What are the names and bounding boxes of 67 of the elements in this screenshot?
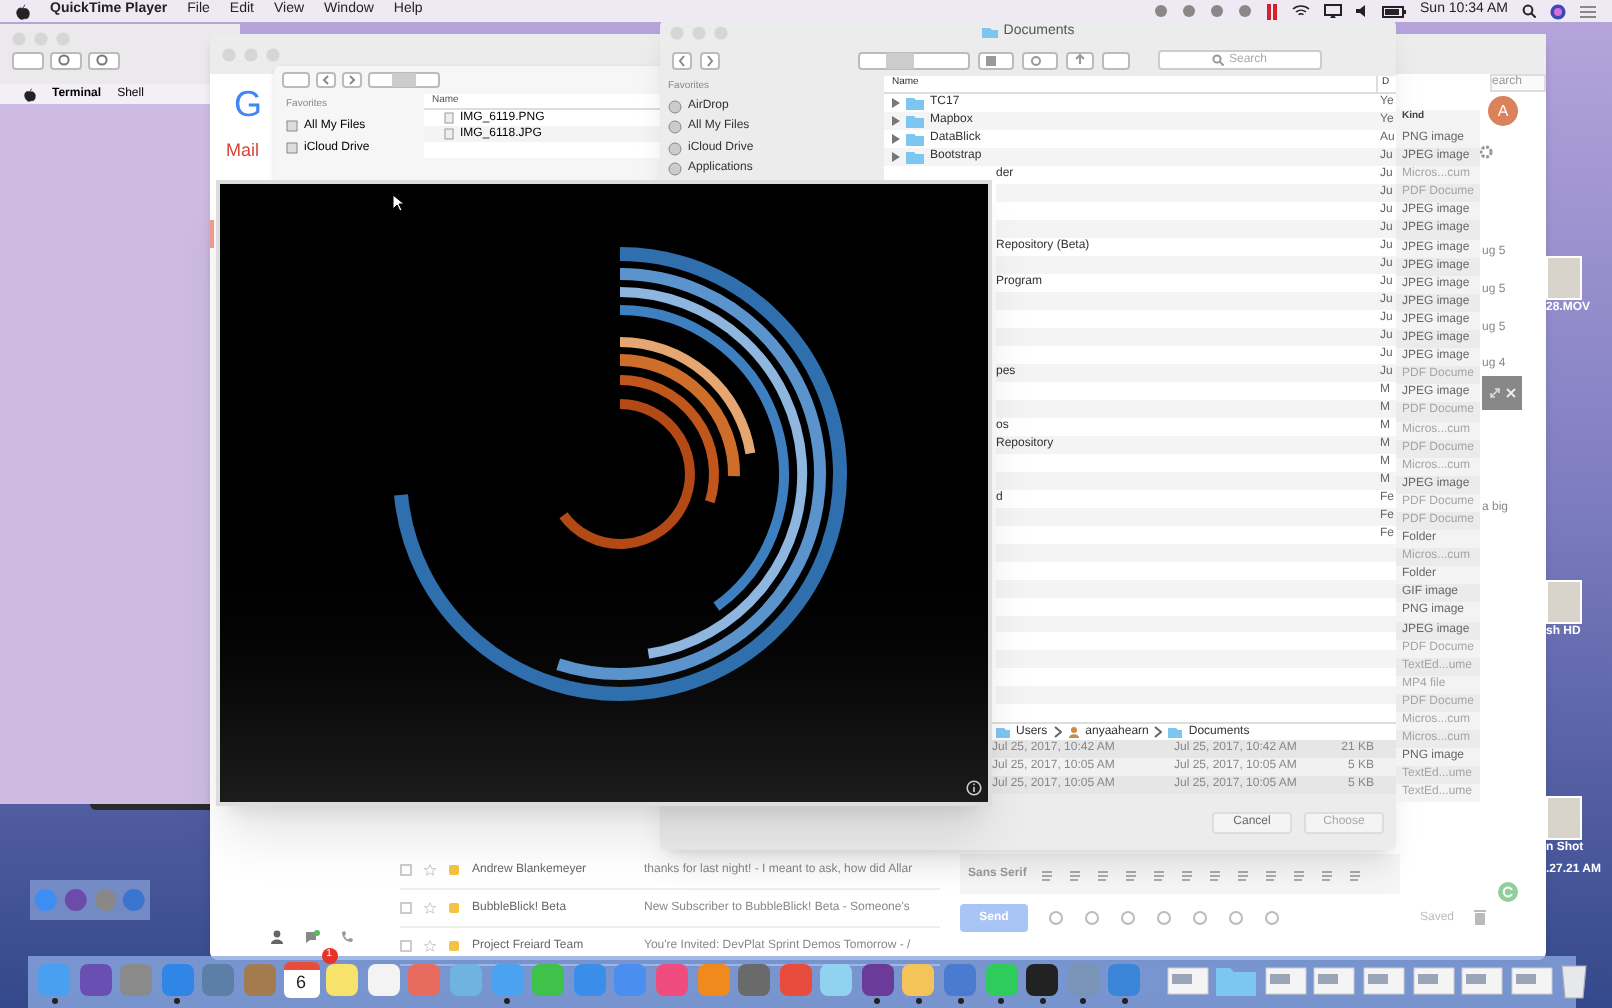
info-icon[interactable] (966, 780, 982, 796)
wifi-icon[interactable] (1292, 4, 1311, 18)
list-icon[interactable] (1580, 5, 1596, 17)
running-indicator (1039, 997, 1046, 1003)
running-indicator (174, 997, 181, 1003)
app-icon[interactable] (324, 961, 361, 997)
chevron-icon (1154, 726, 1163, 739)
document-thumbnail-icon[interactable] (1460, 961, 1505, 997)
chat-icon[interactable] (304, 930, 320, 944)
label-icon (448, 864, 460, 876)
forward-icon[interactable] (342, 72, 362, 88)
checkbox[interactable] (400, 864, 412, 876)
running-indicator (915, 997, 922, 1003)
running-indicator (998, 997, 1005, 1003)
document-thumbnail-icon[interactable] (1263, 961, 1308, 997)
phone-icon[interactable] (340, 930, 354, 944)
battery-icon[interactable] (1382, 5, 1407, 17)
expand-icon[interactable] (1489, 388, 1499, 398)
person-icon[interactable] (270, 930, 284, 944)
running-indicator (51, 997, 57, 1003)
label-icon (448, 940, 460, 952)
running-indicator (1080, 997, 1087, 1003)
user-icon (1067, 726, 1080, 739)
search-icon (1212, 54, 1225, 66)
running-indicator (874, 997, 881, 1003)
star-icon[interactable] (424, 940, 436, 952)
sidebar-toggle-icon[interactable] (12, 52, 44, 70)
back-icon[interactable] (316, 72, 336, 88)
close-icon[interactable] (1505, 388, 1515, 398)
folder-icon (981, 26, 998, 38)
document-thumbnail-icon[interactable] (1362, 961, 1406, 997)
running-indicator (1121, 997, 1128, 1003)
volume-icon[interactable] (1356, 4, 1369, 18)
checkbox[interactable] (400, 940, 412, 952)
accent-bar (210, 220, 214, 248)
app-icon[interactable] (1024, 961, 1061, 997)
display-icon[interactable] (1324, 4, 1343, 18)
pointer-icon (392, 194, 404, 212)
checkbox[interactable] (400, 902, 412, 914)
label-icon (448, 902, 460, 914)
document-thumbnail-icon[interactable] (1411, 961, 1456, 997)
chevron-icon (1053, 726, 1062, 739)
mail-label[interactable]: Mail (226, 138, 260, 165)
document-thumbnail-icon[interactable] (1165, 961, 1210, 997)
star-icon[interactable] (424, 902, 436, 914)
document-thumbnail-icon[interactable] (1312, 961, 1357, 997)
logo-text: G (234, 82, 263, 128)
running-indicator (957, 997, 964, 1003)
star-icon[interactable] (424, 864, 436, 876)
apple-icon[interactable] (16, 3, 30, 19)
grammar-check-icon[interactable] (1498, 882, 1518, 902)
back-icon[interactable] (672, 51, 692, 69)
document-thumbnail-icon[interactable] (1509, 961, 1554, 997)
search-icon[interactable] (1522, 4, 1536, 18)
view-switcher-icon[interactable] (858, 51, 970, 69)
trash-icon[interactable] (1558, 959, 1591, 999)
app-icon[interactable] (859, 961, 896, 997)
view-options-icon[interactable] (368, 72, 440, 88)
pause-icon[interactable] (1266, 3, 1279, 19)
running-indicator (504, 997, 511, 1003)
share-icon[interactable] (1066, 51, 1094, 69)
forward-icon[interactable] (700, 51, 720, 69)
sidebar-toggle-icon[interactable] (282, 72, 310, 88)
apple-icon (24, 87, 36, 101)
calendar-icon[interactable]: 6 (283, 961, 320, 997)
siri-icon[interactable] (1550, 3, 1566, 19)
app-icon[interactable] (365, 961, 402, 997)
